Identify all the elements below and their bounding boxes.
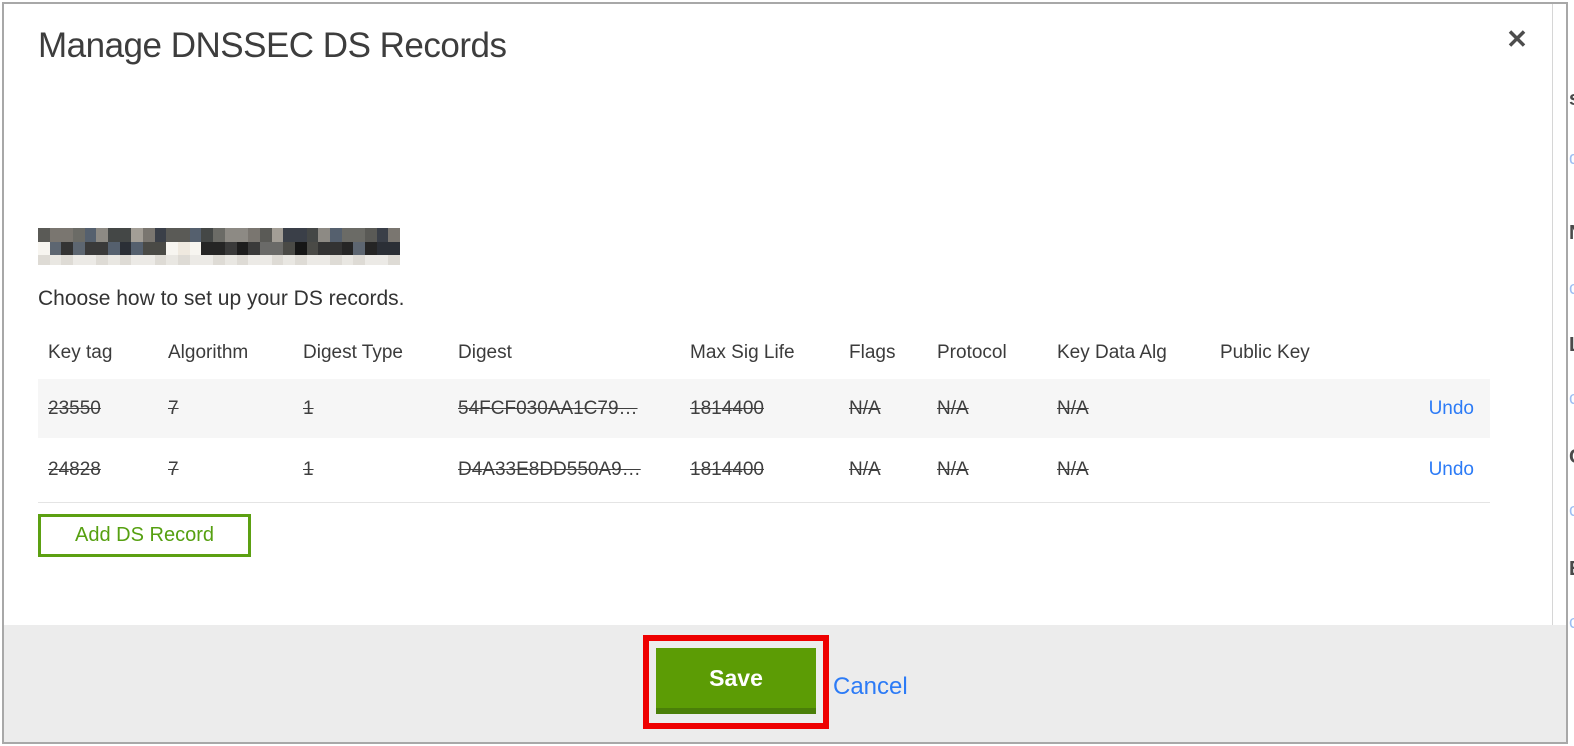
algorithm-value: 7: [168, 397, 179, 419]
col-header-protocol: Protocol: [937, 342, 1007, 363]
key-tag-value: 24828: [48, 458, 101, 480]
key-tag-value: 23550: [48, 397, 101, 419]
dialog-footer: Save Cancel: [4, 625, 1566, 742]
digest-type-value: 1: [303, 397, 314, 419]
cancel-link[interactable]: Cancel: [833, 673, 908, 701]
background-text-fragment: c: [1569, 388, 1574, 408]
key-data-alg-value: N/A: [1057, 458, 1089, 480]
col-header-digest: Digest: [458, 342, 512, 363]
save-highlight-annotation: Save: [643, 635, 829, 729]
table-row: 23550 7 1 54FCF030AA1C79… 1814400 N/A N/…: [38, 379, 1490, 438]
background-text-fragment: N: [1569, 222, 1574, 245]
flags-value: N/A: [849, 458, 881, 480]
digest-value: 54FCF030AA1C79…: [458, 397, 638, 419]
dnssec-dialog: Manage DNSSEC DS Records ✕ Choose how to…: [2, 2, 1568, 744]
modal-right-edge-line: [1552, 4, 1553, 625]
col-header-public-key: Public Key: [1220, 342, 1310, 363]
col-header-algorithm: Algorithm: [168, 342, 249, 363]
algorithm-value: 7: [168, 458, 179, 480]
instruction-text: Choose how to set up your DS records.: [38, 287, 405, 310]
ds-records-table: Key tag Algorithm Digest Type Digest Max…: [38, 328, 1490, 503]
background-text-fragment: c: [1569, 278, 1574, 298]
key-data-alg-value: N/A: [1057, 397, 1089, 419]
col-header-max-sig-life: Max Sig Life: [690, 342, 795, 363]
protocol-value: N/A: [937, 397, 969, 419]
max-sig-life-value: 1814400: [690, 458, 764, 480]
digest-type-value: 1: [303, 458, 314, 480]
digest-value: D4A33E8DD550A9…: [458, 458, 641, 480]
background-text-fragment: d: [1569, 148, 1574, 169]
background-text-fragment: s: [1569, 88, 1574, 111]
col-header-action: [1340, 328, 1490, 379]
add-ds-record-button[interactable]: Add DS Record: [38, 514, 251, 557]
save-button[interactable]: Save: [656, 648, 816, 714]
page-title: Manage DNSSEC DS Records: [38, 26, 507, 65]
background-text-fragment: c: [1569, 612, 1574, 632]
background-text-fragment: C: [1569, 446, 1574, 469]
max-sig-life-value: 1814400: [690, 397, 764, 419]
redacted-domain-name: [38, 228, 400, 265]
table-row: 24828 7 1 D4A33E8DD550A9… 1814400 N/A N/…: [38, 438, 1490, 502]
col-header-key-tag: Key tag: [48, 342, 113, 363]
background-text-fragment: L: [1569, 334, 1574, 357]
col-header-key-data-alg: Key Data Alg: [1057, 342, 1167, 363]
background-text-fragment: c: [1569, 500, 1574, 520]
col-header-flags: Flags: [849, 342, 896, 363]
flags-value: N/A: [849, 397, 881, 419]
col-header-digest-type: Digest Type: [303, 342, 403, 363]
table-header-row: Key tag Algorithm Digest Type Digest Max…: [38, 328, 1490, 379]
background-text-fragment: E: [1569, 558, 1574, 581]
protocol-value: N/A: [937, 458, 969, 480]
undo-link[interactable]: Undo: [1429, 398, 1474, 419]
close-icon[interactable]: ✕: [1500, 22, 1534, 56]
undo-link[interactable]: Undo: [1429, 459, 1474, 480]
